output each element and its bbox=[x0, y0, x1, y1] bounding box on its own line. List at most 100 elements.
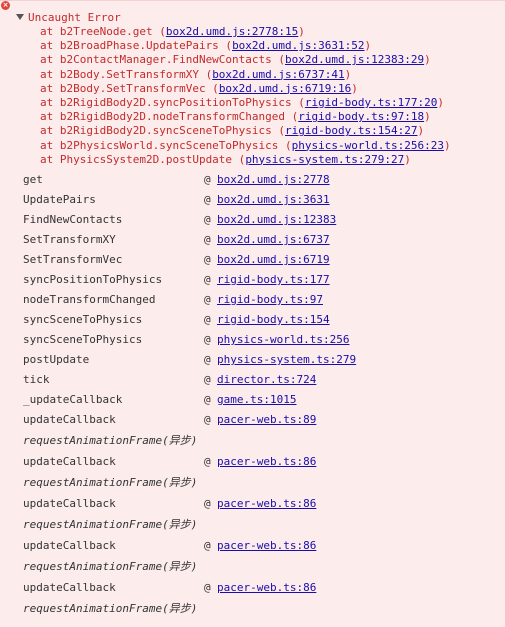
expand-triangle-icon[interactable] bbox=[16, 14, 24, 20]
source-link[interactable]: pacer-web.ts:86 bbox=[217, 497, 316, 511]
stack-trace-text: at b2RigidBody2D.syncPositionToPhysics ( bbox=[40, 96, 305, 109]
at-symbol: @ bbox=[204, 193, 211, 206]
call-frame-row: _updateCallback @ game.ts:1015 bbox=[23, 393, 503, 407]
at-symbol: @ bbox=[204, 353, 211, 366]
source-link[interactable]: game.ts:1015 bbox=[217, 393, 296, 407]
stack-trace-text: at b2ContactManager.FindNewContacts ( bbox=[40, 53, 286, 67]
stack-trace-close: ) bbox=[444, 138, 451, 152]
stack-trace-line: at b2BroadPhase.UpdatePairs (box2d.umd.j… bbox=[40, 39, 371, 53]
at-symbol: @ bbox=[204, 539, 211, 552]
function-name: updateCallback bbox=[23, 581, 116, 594]
stack-trace-line: at b2Body.SetTransformXY (box2d.umd.js:6… bbox=[40, 68, 351, 82]
async-boundary-label: requestAnimationFrame(异步) bbox=[23, 602, 198, 615]
stack-trace-text: at b2PhysicsWorld.syncSceneToPhysics ( bbox=[40, 138, 292, 152]
async-boundary-label: requestAnimationFrame(异步) bbox=[23, 560, 198, 573]
stack-trace-text: at b2Body.SetTransformVec ( bbox=[40, 81, 219, 95]
call-frame-row: tick @ director.ts:724 bbox=[23, 373, 503, 387]
source-link[interactable]: rigid-body.ts:97 bbox=[217, 293, 323, 307]
at-symbol: @ bbox=[204, 455, 211, 468]
stack-trace-close: ) bbox=[298, 25, 305, 38]
function-name: updateCallback bbox=[23, 497, 116, 510]
source-link[interactable]: pacer-web.ts:86 bbox=[217, 539, 316, 553]
source-link[interactable]: box2d.umd.js:3631 bbox=[217, 193, 330, 207]
call-frame-row: updateCallback @ pacer-web.ts:86 bbox=[23, 455, 503, 469]
source-link[interactable]: pacer-web.ts:86 bbox=[217, 455, 316, 469]
stack-trace-line: at b2RigidBody2D.syncPositionToPhysics (… bbox=[40, 96, 444, 110]
source-link[interactable]: box2d.umd.js:2778 bbox=[217, 173, 330, 187]
source-link[interactable]: box2d.umd.js:6737:41 bbox=[212, 68, 344, 81]
function-name: FindNewContacts bbox=[23, 213, 123, 226]
async-boundary-label: requestAnimationFrame(异步) bbox=[23, 434, 198, 447]
function-name: updateCallback bbox=[23, 455, 116, 468]
stack-trace-line: at PhysicsSystem2D.postUpdate (physics-s… bbox=[40, 153, 411, 167]
function-name: syncSceneToPhysics bbox=[23, 333, 143, 346]
function-name: get bbox=[23, 173, 43, 186]
at-symbol: @ bbox=[204, 393, 211, 406]
source-link[interactable]: physics-world.ts:256 bbox=[217, 333, 349, 347]
source-link[interactable]: rigid-body.ts:97:18 bbox=[298, 110, 424, 123]
stack-trace-close: ) bbox=[364, 39, 372, 53]
at-symbol: @ bbox=[204, 581, 211, 594]
stack-trace-close: ) bbox=[424, 110, 431, 124]
stack-trace-close: ) bbox=[437, 96, 444, 109]
source-link[interactable]: pacer-web.ts:86 bbox=[217, 581, 316, 595]
at-symbol: @ bbox=[204, 497, 211, 510]
call-frame-row: get @ box2d.umd.js:2778 bbox=[23, 173, 503, 187]
call-frame-row: syncSceneToPhysics @ physics-world.ts:256 bbox=[23, 333, 503, 347]
source-link[interactable]: physics-system.ts:279 bbox=[217, 353, 356, 367]
call-frame-row: UpdatePairs @ box2d.umd.js:3631 bbox=[23, 193, 503, 207]
function-name: _updateCallback bbox=[23, 393, 123, 406]
at-symbol: @ bbox=[204, 233, 211, 246]
async-boundary-label: requestAnimationFrame(异步) bbox=[23, 476, 198, 489]
stack-trace-line: at b2ContactManager.FindNewContacts (box… bbox=[40, 53, 431, 67]
function-name: SetTransformXY bbox=[23, 233, 116, 246]
source-link[interactable]: rigid-body.ts:154:27 bbox=[285, 124, 417, 137]
function-name: syncPositionToPhysics bbox=[23, 273, 163, 286]
error-circle-icon: × bbox=[1, 1, 10, 10]
source-link[interactable]: rigid-body.ts:154 bbox=[217, 313, 330, 327]
function-name: UpdatePairs bbox=[23, 193, 96, 206]
call-frame-row: nodeTransformChanged @ rigid-body.ts:97 bbox=[23, 293, 503, 307]
stack-trace-close: ) bbox=[351, 81, 358, 95]
async-boundary-label: requestAnimationFrame(异步) bbox=[23, 518, 198, 531]
call-frame-row: syncPositionToPhysics @ rigid-body.ts:177 bbox=[23, 273, 503, 287]
source-link[interactable]: director.ts:724 bbox=[217, 373, 316, 387]
at-symbol: @ bbox=[204, 293, 211, 306]
call-frame-row: updateCallback @ pacer-web.ts:86 bbox=[23, 581, 503, 595]
error-header[interactable]: Uncaught Error bbox=[16, 10, 121, 26]
stack-trace-line: at b2Body.SetTransformVec (box2d.umd.js:… bbox=[40, 82, 358, 96]
at-symbol: @ bbox=[204, 173, 211, 186]
source-link[interactable]: box2d.umd.js:3631:52 bbox=[232, 39, 364, 52]
source-link[interactable]: physics-world.ts:256:23 bbox=[292, 139, 444, 152]
function-name: updateCallback bbox=[23, 539, 116, 552]
source-link[interactable]: box2d.umd.js:2778:15 bbox=[166, 25, 298, 38]
call-frame-row: SetTransformXY @ box2d.umd.js:6737 bbox=[23, 233, 503, 247]
source-link[interactable]: box2d.umd.js:6719:16 bbox=[219, 82, 351, 95]
function-name: nodeTransformChanged bbox=[23, 293, 156, 306]
stack-trace-close: ) bbox=[417, 124, 425, 138]
source-link[interactable]: box2d.umd.js:12383:29 bbox=[285, 53, 424, 66]
console-error-panel: × Uncaught Error at b2TreeNode.get (box2… bbox=[0, 0, 505, 627]
function-name: updateCallback bbox=[23, 413, 116, 426]
at-symbol: @ bbox=[204, 313, 211, 326]
function-name: tick bbox=[23, 373, 50, 386]
call-frame-row: SetTransformVec @ box2d.umd.js:6719 bbox=[23, 253, 503, 267]
source-link[interactable]: rigid-body.ts:177:20 bbox=[305, 96, 437, 109]
call-frame-row: postUpdate @ physics-system.ts:279 bbox=[23, 353, 503, 367]
call-frame-row: updateCallback @ pacer-web.ts:89 bbox=[23, 413, 503, 427]
stack-trace-text: at b2TreeNode.get ( bbox=[40, 25, 166, 38]
source-link[interactable]: pacer-web.ts:89 bbox=[217, 413, 316, 427]
at-symbol: @ bbox=[204, 213, 211, 226]
source-link[interactable]: box2d.umd.js:6737 bbox=[217, 233, 330, 247]
source-link[interactable]: physics-system.ts:279:27 bbox=[245, 153, 404, 166]
stack-trace-text: at b2Body.SetTransformXY ( bbox=[40, 67, 213, 81]
call-frame-row: syncSceneToPhysics @ rigid-body.ts:154 bbox=[23, 313, 503, 327]
stack-trace-close: ) bbox=[404, 152, 411, 166]
source-link[interactable]: box2d.umd.js:6719 bbox=[217, 253, 330, 267]
error-title: Uncaught Error bbox=[28, 11, 121, 24]
stack-trace-text: at b2RigidBody2D.syncSceneToPhysics ( bbox=[40, 124, 286, 138]
source-link[interactable]: rigid-body.ts:177 bbox=[217, 273, 330, 287]
at-symbol: @ bbox=[204, 253, 211, 266]
stack-trace-line: at b2RigidBody2D.nodeTransformChanged (r… bbox=[40, 110, 431, 124]
source-link[interactable]: box2d.umd.js:12383 bbox=[217, 213, 336, 227]
